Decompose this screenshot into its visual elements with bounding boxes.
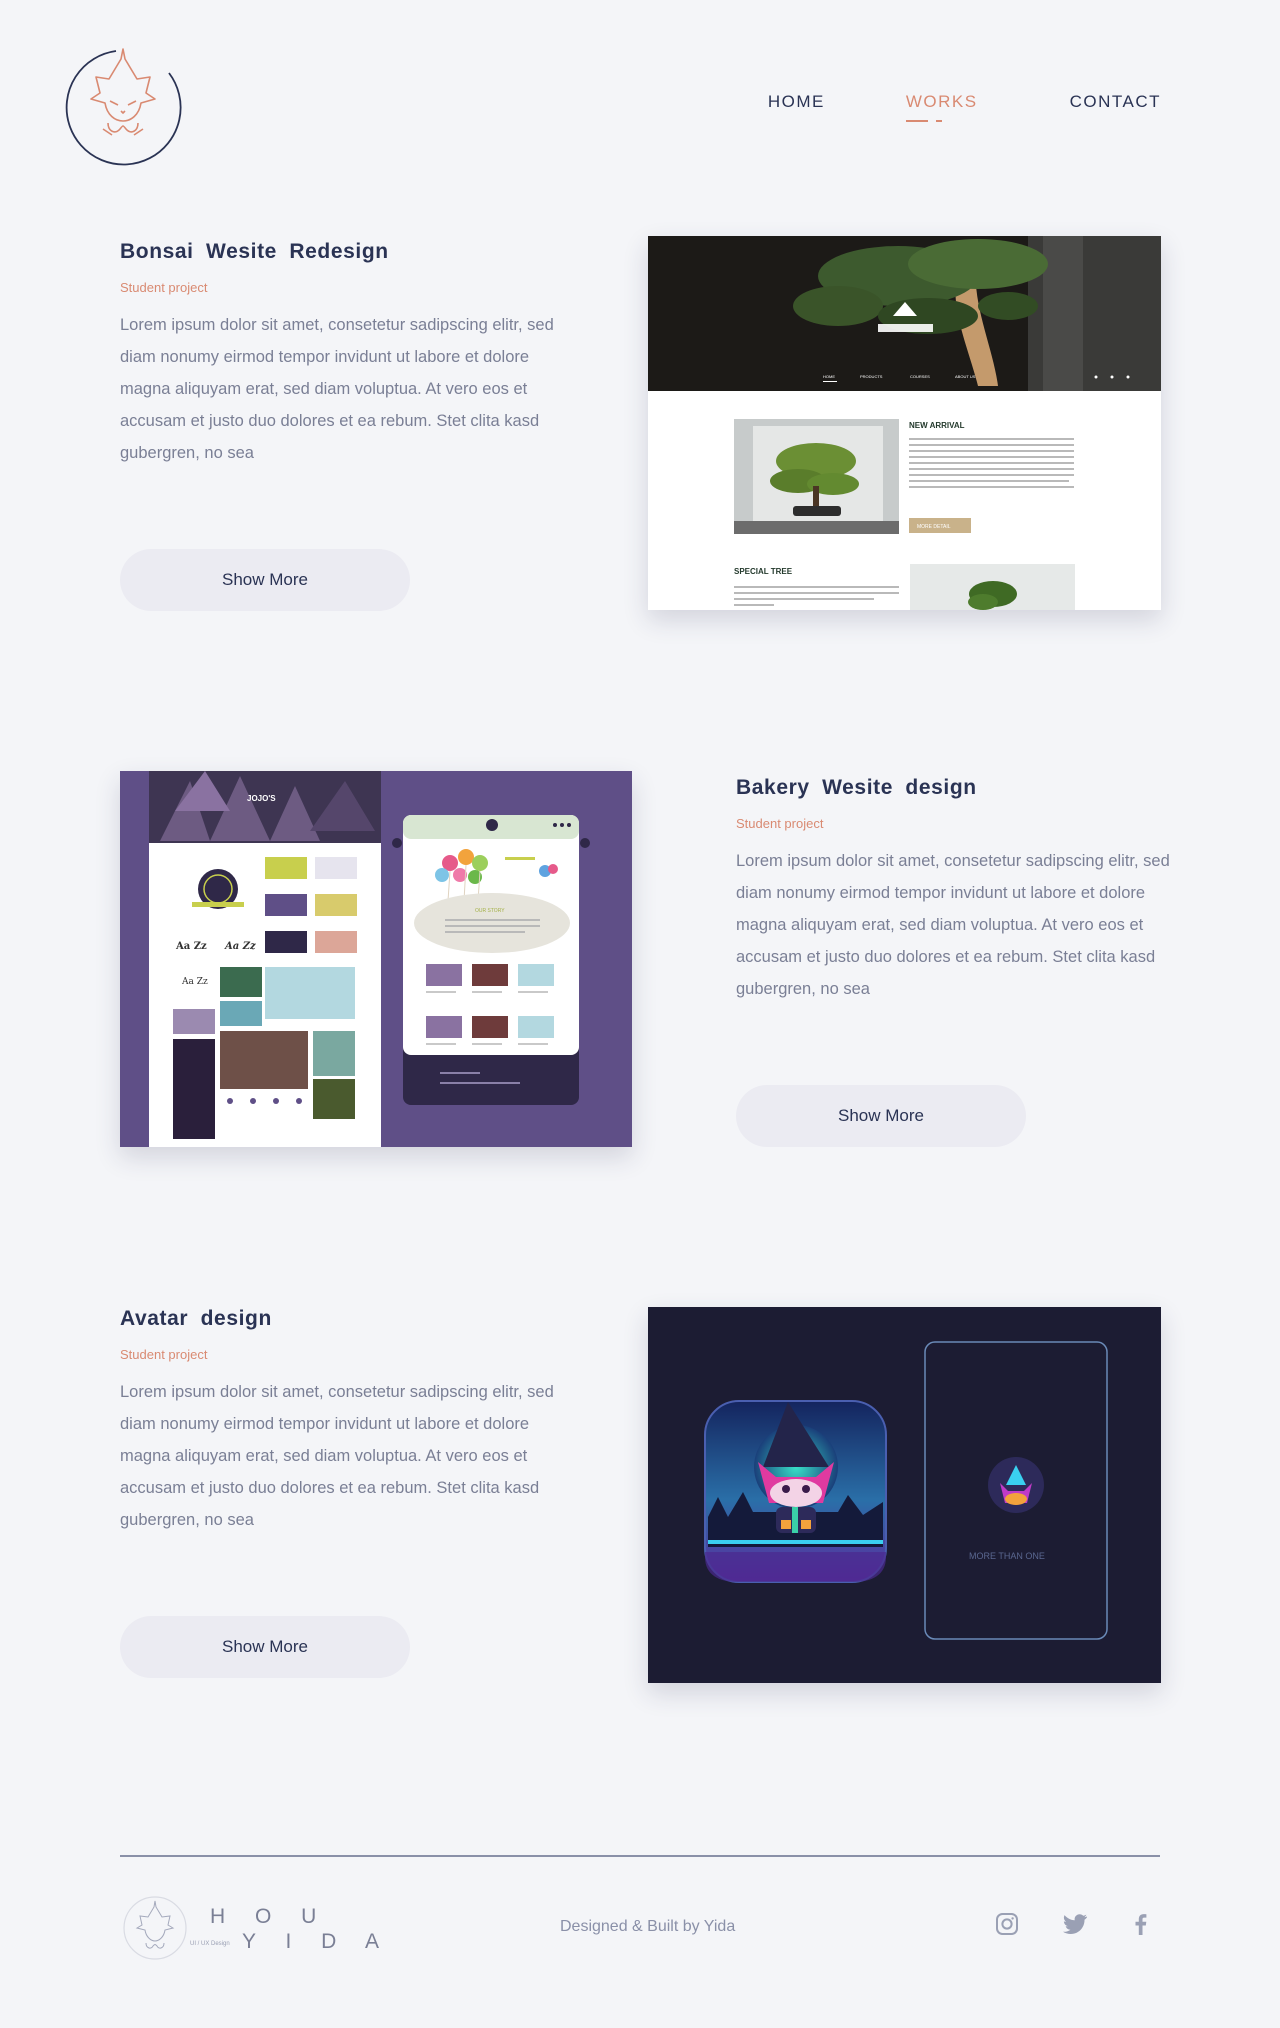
instagram-link[interactable] [995,1912,1019,1936]
project-text: Avatar design Student project Lorem ipsu… [120,1307,560,1536]
bonsai-nav-products: PRODUCTS [860,374,883,379]
brand-tagline: UI / UX Design [190,1941,230,1947]
bonsai-preview-image[interactable]: HOME PRODUCTS COURSES ABOUT US NEW ARRIV… [648,236,1161,610]
project-description: Lorem ipsum dolor sit amet, consetetur s… [120,316,554,462]
logo-icon[interactable] [63,45,184,166]
show-more-button[interactable]: Show More [120,549,410,611]
avatar-mockup: MORE THAN ONE [648,1307,1161,1683]
bakery-type-sample-3: Aa Zz [181,977,208,987]
project-description: Lorem ipsum dolor sit amet, consetetur s… [736,852,1170,998]
project-text: Bonsai Wesite Redesign Student project L… [120,240,560,469]
bakery-type-sample-2: Aa Zz [224,941,256,952]
avatar-caption: MORE THAN ONE [969,1551,1045,1561]
bakery-type-sample-1: Aa Zz [175,941,207,952]
bonsai-nav-about: ABOUT US [955,374,976,379]
bakery-brand: JOJO'S [247,794,276,803]
nav-contact[interactable]: CONTACT [1070,92,1161,112]
bonsai-site-mockup: HOME PRODUCTS COURSES ABOUT US NEW ARRIV… [648,236,1161,610]
brand-name-bottom: Y I D A [242,1930,391,1953]
project-subtitle: Student project [120,280,208,295]
instagram-icon [996,1913,1018,1935]
nav-home[interactable]: HOME [768,92,825,112]
main-nav: HOME WORKS CONTACT [768,92,1161,122]
footer-divider [120,1855,1160,1857]
facebook-icon [1135,1914,1147,1935]
avatar-preview-image[interactable]: MORE THAN ONE [648,1307,1161,1683]
facebook-link[interactable] [1130,1912,1150,1936]
bakery-site-mockup: JOJO'S Aa Zz Aa Zz Aa Zz OUR STORY [120,771,632,1147]
bonsai-new-arrival: NEW ARRIVAL [909,421,965,430]
footer-credit: Designed & Built by Yida [560,1918,736,1935]
bonsai-nav-courses: COURSES [910,374,930,379]
footer-logo-icon[interactable] [122,1895,188,1961]
project-subtitle: Student project [736,816,824,831]
twitter-icon [1063,1914,1087,1934]
brand-name-top: H O U [210,1905,329,1928]
project-description: Lorem ipsum dolor sit amet, consetetur s… [120,1383,554,1529]
bonsai-more-detail: MORE DETAIL [917,524,951,530]
footer-brand: H O U UI / UX Design Y I D A [190,1905,379,1953]
show-more-button[interactable]: Show More [736,1085,1026,1147]
bonsai-special-tree: SPECIAL TREE [734,567,793,576]
bakery-our-story: OUR STORY [475,908,505,914]
project-title: Bonsai Wesite Redesign [120,240,389,263]
project-subtitle: Student project [120,1347,208,1362]
nav-works[interactable]: WORKS [905,92,978,122]
project-text: Bakery Wesite design Student project Lor… [736,776,1176,1005]
bonsai-nav-home: HOME [823,374,835,379]
project-title: Avatar design [120,1307,272,1330]
project-title: Bakery Wesite design [736,776,977,799]
twitter-link[interactable] [1063,1912,1089,1936]
bakery-preview-image[interactable]: JOJO'S Aa Zz Aa Zz Aa Zz OUR STORY [120,771,632,1147]
show-more-button[interactable]: Show More [120,1616,410,1678]
